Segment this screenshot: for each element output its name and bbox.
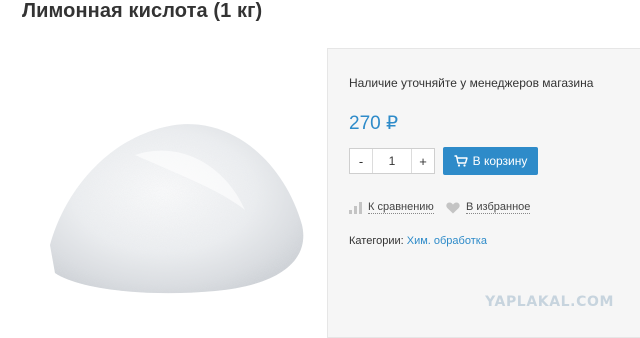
watermark: YAPLAKAL.COM <box>485 294 614 310</box>
favorite-link[interactable]: В избранное <box>446 201 531 214</box>
categories: Категории: Хим. обработка <box>349 235 487 247</box>
compare-link[interactable]: К сравнению <box>349 201 434 214</box>
add-to-cart-label: В корзину <box>472 154 528 168</box>
category-link[interactable]: Хим. обработка <box>407 235 487 247</box>
product-title: Лимонная кислота (1 кг) <box>22 0 263 22</box>
product-image-citric-acid-pile <box>50 124 304 294</box>
compare-chart-icon <box>349 201 362 214</box>
quantity-input[interactable]: 1 <box>372 149 412 173</box>
favorite-link-label: В избранное <box>466 201 531 214</box>
availability-note: Наличие уточняйте у менеджеров магазина <box>349 76 594 90</box>
categories-label: Категории: <box>349 235 404 247</box>
compare-link-label: К сравнению <box>368 201 434 214</box>
quantity-stepper: - 1 + <box>349 148 435 174</box>
cart-icon <box>454 155 468 167</box>
heart-icon <box>446 202 460 213</box>
quantity-increase-button[interactable]: + <box>412 149 434 173</box>
quantity-decrease-button[interactable]: - <box>350 149 372 173</box>
add-to-cart-button[interactable]: В корзину <box>443 147 538 175</box>
price: 270 ₽ <box>349 113 399 134</box>
